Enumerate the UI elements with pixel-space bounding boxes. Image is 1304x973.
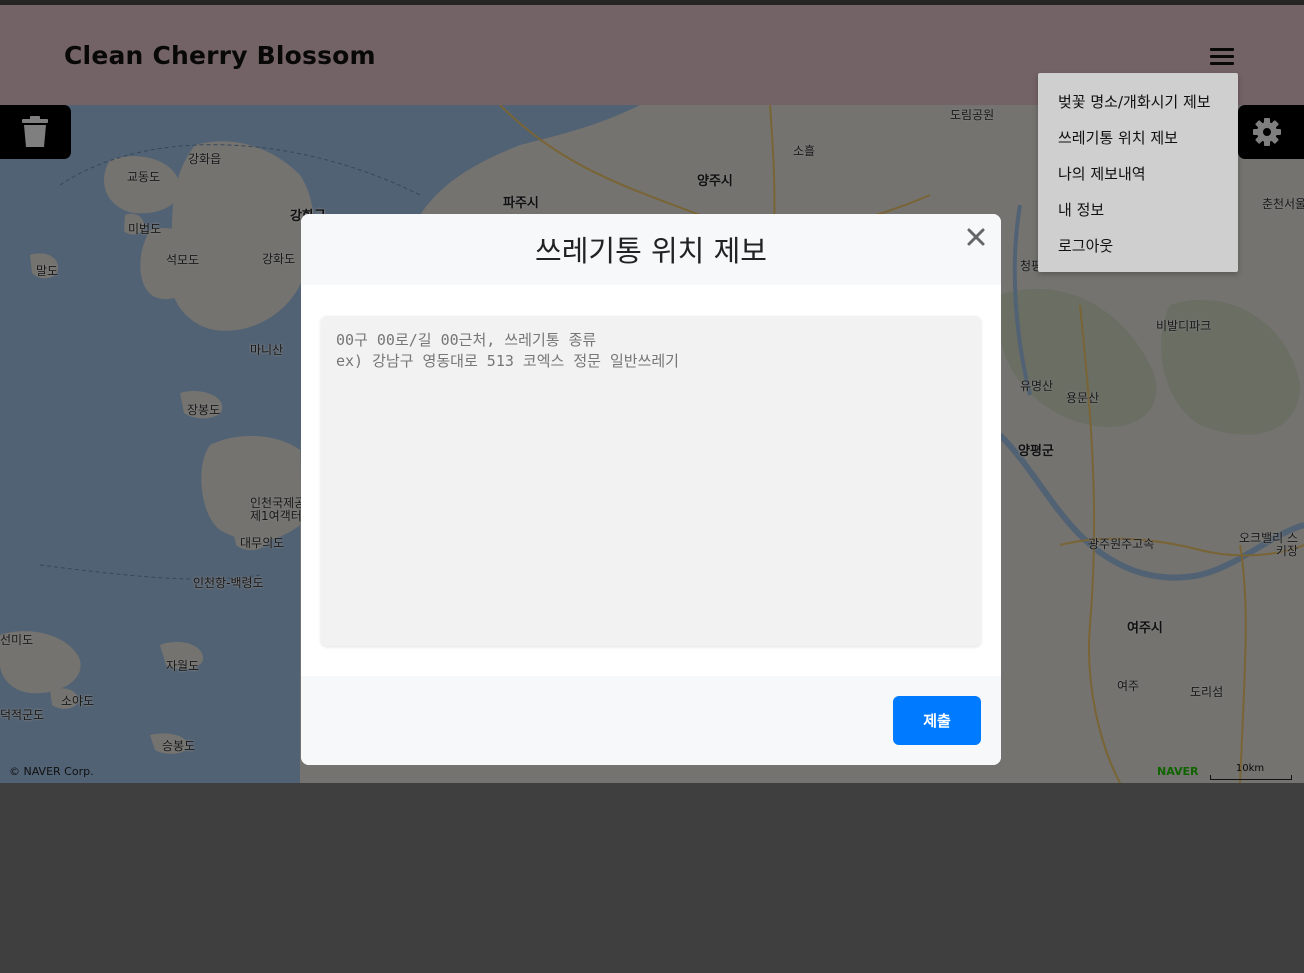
modal-header: 쓰레기통 위치 제보 <box>301 214 1001 285</box>
submit-button[interactable]: 제출 <box>893 696 981 745</box>
menu-item-trash-report[interactable]: 쓰레기통 위치 제보 <box>1058 127 1178 148</box>
location-textarea[interactable] <box>321 316 981 646</box>
report-modal: 쓰레기통 위치 제보 제출 <box>301 214 1001 765</box>
menu-item-my-reports[interactable]: 나의 제보내역 <box>1058 163 1146 184</box>
close-icon[interactable] <box>964 225 988 249</box>
menu-item-my-info[interactable]: 내 정보 <box>1058 199 1104 220</box>
modal-title: 쓰레기통 위치 제보 <box>535 234 767 268</box>
menu-item-cherry-report[interactable]: 벚꽃 명소/개화시기 제보 <box>1058 91 1211 112</box>
dropdown-menu: 벚꽃 명소/개화시기 제보 쓰레기통 위치 제보 나의 제보내역 내 정보 로그… <box>1038 73 1238 272</box>
menu-item-logout[interactable]: 로그아웃 <box>1058 235 1113 256</box>
modal-footer: 제출 <box>301 676 1001 765</box>
